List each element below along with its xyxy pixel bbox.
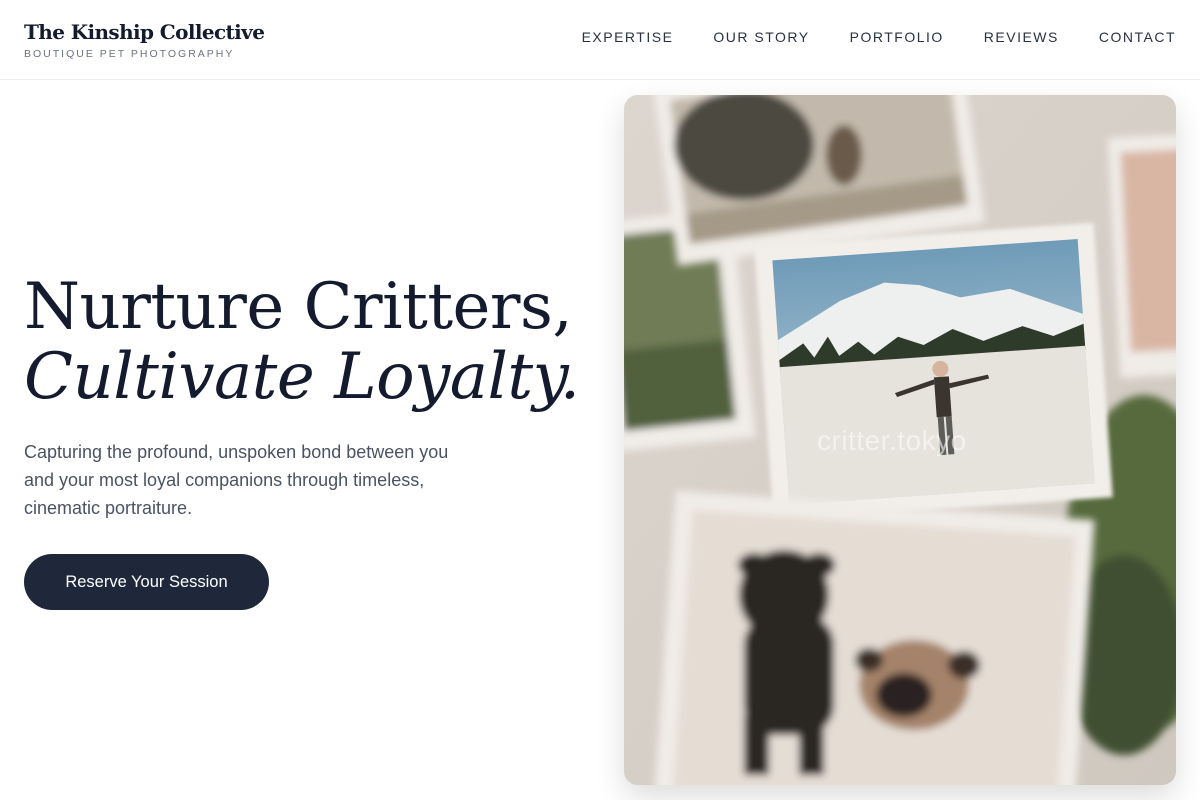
nav-item-expertise[interactable]: EXPERTISE (582, 29, 674, 45)
brand-tagline: BOUTIQUE PET PHOTOGRAPHY (24, 48, 235, 60)
hero-description: Capturing the profound, unspoken bond be… (24, 442, 449, 518)
nav-item-contact[interactable]: CONTACT (1099, 29, 1176, 45)
reserve-session-button[interactable]: Reserve Your Session (24, 554, 269, 610)
image-watermark: critter.tokyo (817, 425, 967, 456)
hero-image: critter.tokyo (624, 95, 1176, 785)
site-header: The Kinship Collective BOUTIQUE PET PHOT… (0, 0, 1200, 80)
hero-title-line1: Nurture Critters, (24, 270, 573, 344)
brand-logo[interactable]: The Kinship Collective BOUTIQUE PET PHOT… (24, 20, 265, 60)
nav-item-portfolio[interactable]: PORTFOLIO (850, 29, 944, 45)
hero-title: Nurture Critters, Cultivate Loyalty. (24, 272, 580, 412)
nav-item-our-story[interactable]: OUR STORY (713, 29, 809, 45)
brand-name: The Kinship Collective (24, 20, 265, 44)
nav-item-reviews[interactable]: REVIEWS (984, 29, 1059, 45)
main-nav: EXPERTISE OUR STORY PORTFOLIO REVIEWS CO… (582, 29, 1176, 45)
hero-title-line2: Cultivate Loyalty. (24, 340, 580, 414)
